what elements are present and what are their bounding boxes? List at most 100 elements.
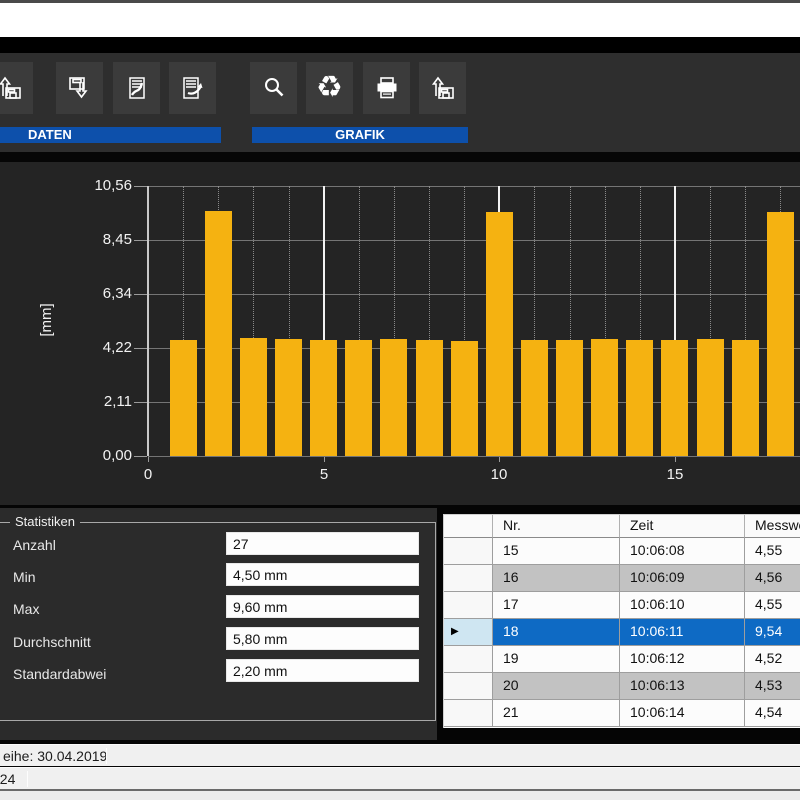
- bar: [310, 340, 337, 456]
- cell-nr[interactable]: 17: [493, 592, 620, 619]
- statistics-panel: Statistiken Anzahl Min Max Durchschnitt …: [0, 508, 437, 740]
- bar: [626, 340, 653, 456]
- save-data-button[interactable]: [56, 62, 103, 114]
- y-tick-mark: [134, 456, 147, 457]
- bar: [380, 339, 407, 456]
- cell-nr[interactable]: 21: [493, 700, 620, 727]
- h-gridline: [148, 294, 800, 295]
- zoom-button[interactable]: [250, 62, 297, 114]
- cell-zeit[interactable]: 10:06:12: [620, 646, 745, 673]
- bar: [767, 212, 794, 456]
- cell-messwert[interactable]: 4,56: [745, 565, 800, 592]
- cell-nr[interactable]: 20: [493, 673, 620, 700]
- cell-nr[interactable]: 15: [493, 538, 620, 565]
- recycle-icon: ♻: [316, 73, 343, 103]
- floppy-arrow-up-icon: [0, 75, 24, 101]
- y-tick-mark: [134, 186, 147, 187]
- current-row-marker[interactable]: ▶: [444, 619, 493, 646]
- bar: [556, 340, 583, 456]
- statusbar-2: 424: [0, 767, 800, 789]
- cell-nr[interactable]: 18: [493, 619, 620, 646]
- printer-icon: [373, 75, 401, 101]
- row-header-cell[interactable]: [444, 565, 493, 592]
- row-header-corner: [444, 515, 493, 538]
- bar: [661, 340, 688, 456]
- window-bottom-strip: [0, 791, 800, 800]
- standardabwei-label: Standardabwei: [13, 666, 106, 682]
- h-gridline: [148, 186, 800, 187]
- cell-messwert[interactable]: 4,55: [745, 538, 800, 565]
- refresh-button[interactable]: ♻: [306, 62, 353, 114]
- row-header-cell[interactable]: [444, 673, 493, 700]
- cell-zeit[interactable]: 10:06:10: [620, 592, 745, 619]
- table-row[interactable]: 1610:06:094,56: [444, 565, 800, 592]
- bar: [451, 341, 478, 456]
- max-field[interactable]: [226, 595, 419, 618]
- table-row[interactable]: 2110:06:144,54: [444, 700, 800, 727]
- toolbar: ♻ DATEN GRAFIK: [0, 53, 800, 152]
- print-button[interactable]: [363, 62, 410, 114]
- bar: [205, 211, 232, 456]
- row-header-cell[interactable]: [444, 592, 493, 619]
- bar: [345, 340, 372, 456]
- table-row[interactable]: 2010:06:134,53: [444, 673, 800, 700]
- cell-nr[interactable]: 16: [493, 565, 620, 592]
- bar: [732, 340, 759, 456]
- bar: [240, 338, 267, 456]
- cell-messwert[interactable]: 4,54: [745, 700, 800, 727]
- cell-messwert[interactable]: 4,52: [745, 646, 800, 673]
- document-curve-icon: [123, 75, 151, 101]
- statusbar-separator: [27, 771, 28, 787]
- x-tick-mark: [675, 457, 676, 462]
- cell-zeit[interactable]: 10:06:14: [620, 700, 745, 727]
- save-graphic-button[interactable]: [419, 62, 466, 114]
- cell-zeit[interactable]: 10:06:08: [620, 538, 745, 565]
- column-header-messwert[interactable]: Messwert: [745, 515, 800, 538]
- table-row[interactable]: ▶1810:06:119,54: [444, 619, 800, 646]
- standardabwei-field[interactable]: [226, 659, 419, 682]
- cell-messwert[interactable]: 9,54: [745, 619, 800, 646]
- table-header-row: Nr.ZeitMesswert: [444, 515, 800, 538]
- load-data-button[interactable]: [0, 62, 33, 114]
- durchschnitt-field[interactable]: [226, 627, 419, 650]
- cell-nr[interactable]: 19: [493, 646, 620, 673]
- x-tick-label: 10: [477, 466, 521, 483]
- y-tick-label: 4,22: [72, 339, 132, 356]
- menu-band: [0, 3, 800, 37]
- y-tick-label: 2,11: [72, 393, 132, 410]
- row-header-cell[interactable]: [444, 538, 493, 565]
- export-excel-button[interactable]: [113, 62, 160, 114]
- x-tick-mark: [324, 457, 325, 462]
- bar: [697, 339, 724, 456]
- measurement-table[interactable]: Nr.ZeitMesswert1510:06:084,551610:06:094…: [443, 514, 800, 728]
- y-axis-title: [mm]: [38, 290, 54, 350]
- table-row[interactable]: 1710:06:104,55: [444, 592, 800, 619]
- statusbar-date-text: eihe: 30.04.2019: [3, 748, 107, 764]
- min-field[interactable]: [226, 563, 419, 586]
- cell-zeit[interactable]: 10:06:09: [620, 565, 745, 592]
- toolbar-group-label-grafik: GRAFIK: [252, 127, 468, 143]
- anzahl-field[interactable]: [226, 532, 419, 555]
- row-header-cell[interactable]: [444, 646, 493, 673]
- column-header-nr[interactable]: Nr.: [493, 515, 620, 538]
- bar: [591, 339, 618, 456]
- statusbar-count-text: 424: [0, 771, 15, 787]
- separator-band: [0, 37, 800, 53]
- table-row[interactable]: 1910:06:124,52: [444, 646, 800, 673]
- app-window: ♻ DATEN GRAFIK: [0, 0, 800, 800]
- y-tick-label: 8,45: [72, 231, 132, 248]
- table-row[interactable]: 1510:06:084,55: [444, 538, 800, 565]
- y-tick-mark: [134, 294, 147, 295]
- plot-area: 0,002,114,226,348,4510,56051015: [148, 186, 800, 456]
- h-gridline: [148, 240, 800, 241]
- max-label: Max: [13, 601, 39, 617]
- report-button[interactable]: [169, 62, 216, 114]
- cell-zeit[interactable]: 10:06:11: [620, 619, 745, 646]
- cell-messwert[interactable]: 4,53: [745, 673, 800, 700]
- cell-messwert[interactable]: 4,55: [745, 592, 800, 619]
- row-header-cell[interactable]: [444, 700, 493, 727]
- floppy-arrow-up-icon: [429, 75, 457, 101]
- cell-zeit[interactable]: 10:06:13: [620, 673, 745, 700]
- column-header-zeit[interactable]: Zeit: [620, 515, 745, 538]
- y-axis-line: [147, 186, 149, 456]
